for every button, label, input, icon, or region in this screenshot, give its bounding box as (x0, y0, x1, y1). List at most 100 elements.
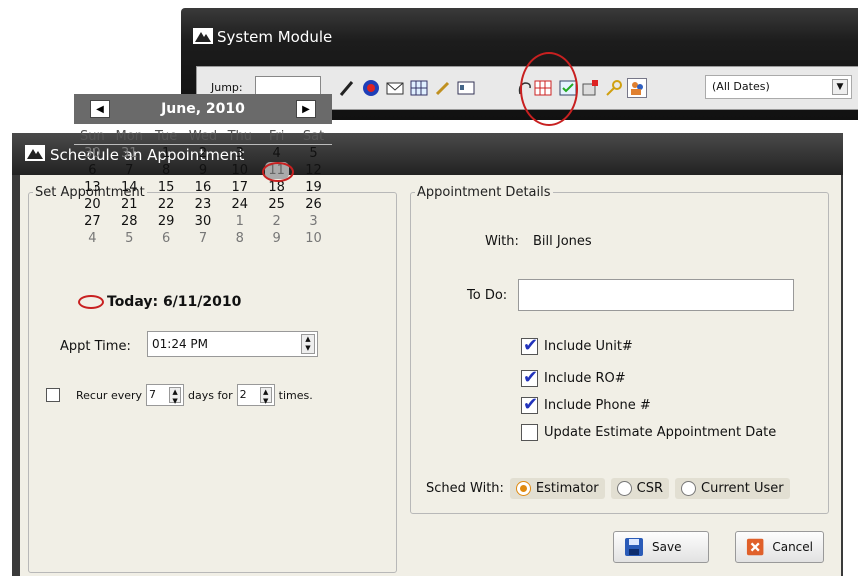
weekday-label: Fri (258, 128, 296, 145)
today-link[interactable]: Today: 6/11/2010 (78, 294, 241, 310)
calendar-day[interactable]: 26 (295, 196, 332, 213)
floppy-disk-icon (625, 538, 643, 556)
wrench-icon[interactable] (433, 78, 453, 98)
envelope-icon[interactable] (385, 78, 405, 98)
calendar-day[interactable]: 23 (185, 196, 222, 213)
key-icon[interactable] (604, 78, 624, 98)
jump-label: Jump: (211, 81, 243, 94)
include-phone-checkbox[interactable]: Include Phone # (521, 394, 651, 415)
calendar-day[interactable]: 8 (148, 162, 185, 179)
recur-times-stepper[interactable]: 2 ▲ ▼ (236, 384, 275, 406)
calendar-week-row: 13 14 15 16 17 18 19 (74, 179, 332, 196)
weekday-label: Sat (295, 128, 332, 145)
calendar-weeks: 30 31 1 2 3 4 5 6 7 8 9 10 11 12 13 14 15 16 17 18 19 20 21 22 2… (74, 145, 332, 247)
calendar-day[interactable]: 9 (185, 162, 222, 179)
time-spinner[interactable]: ▲ ▼ (301, 334, 315, 354)
todo-input[interactable] (518, 279, 794, 311)
radio-csr[interactable]: CSR (610, 478, 670, 499)
calendar-day[interactable]: 6 (74, 162, 111, 179)
calendar-day[interactable]: 10 (221, 162, 258, 179)
window-title: System Module (217, 28, 333, 46)
calendar-day[interactable]: 20 (74, 196, 111, 213)
calendar-day[interactable]: 8 (221, 230, 258, 247)
calendar-day[interactable]: 3 (295, 213, 332, 230)
radio-current-user[interactable]: Current User (675, 478, 790, 499)
calendar-day[interactable]: 17 (221, 179, 258, 196)
recur-days-stepper[interactable]: 7 ▲ ▼ (146, 384, 185, 406)
calendar-day[interactable]: 2 (258, 213, 295, 230)
radio-estimator[interactable]: Estimator (509, 478, 605, 499)
prev-month-button[interactable]: ◀ (90, 100, 110, 118)
cancel-button[interactable]: Cancel (735, 531, 824, 563)
grid-icon[interactable] (409, 78, 429, 98)
calendar-day[interactable]: 15 (148, 179, 185, 196)
appt-time-input[interactable]: 01:24 PM ▲ ▼ (147, 331, 318, 357)
weekday-label: Sun (74, 128, 111, 145)
checkbox-checked-icon[interactable] (521, 367, 538, 388)
calendar-day[interactable]: 27 (74, 213, 111, 230)
calendar-day[interactable]: 4 (74, 230, 111, 247)
calendar-day[interactable]: 12 (295, 162, 332, 179)
pen-icon[interactable] (337, 78, 357, 98)
calendar-day[interactable]: 13 (74, 179, 111, 196)
recur-checkbox[interactable] (46, 388, 60, 402)
checkbox-checked-icon[interactable] (521, 335, 538, 356)
calendar-day[interactable]: 2 (185, 145, 222, 162)
calendar-week-row: 27 28 29 30 1 2 3 (74, 213, 332, 230)
calendar-day[interactable]: 25 (258, 196, 295, 213)
calendar-day[interactable]: 5 (295, 145, 332, 162)
radio-label: Current User (701, 481, 784, 496)
calendar-day[interactable]: 30 (74, 145, 111, 162)
checkbox-checked-icon[interactable] (521, 394, 538, 415)
calendar-day[interactable]: 10 (295, 230, 332, 247)
times-spinner[interactable]: ▲ ▼ (259, 387, 272, 405)
circle-icon[interactable] (361, 78, 381, 98)
radio-selected-icon[interactable] (515, 481, 531, 496)
calendar-day[interactable]: 29 (148, 213, 185, 230)
radio-unselected-icon[interactable] (616, 481, 632, 496)
date-filter-value: (All Dates) (712, 80, 770, 93)
calendar-day[interactable]: 28 (111, 213, 148, 230)
calendar-day[interactable]: 5 (111, 230, 148, 247)
calendar-day[interactable]: 1 (221, 213, 258, 230)
save-button[interactable]: Save (613, 531, 709, 563)
people-icon[interactable] (627, 78, 647, 98)
recur-middle: days for (188, 388, 233, 402)
date-filter-select[interactable]: (All Dates) ▼ (705, 75, 852, 99)
calendar-day[interactable]: 16 (185, 179, 222, 196)
calendar-day[interactable]: 9 (258, 230, 295, 247)
calendar-day[interactable]: 7 (111, 162, 148, 179)
calendar-day[interactable]: 14 (111, 179, 148, 196)
calendar-day[interactable]: 24 (221, 196, 258, 213)
calendar-day[interactable]: 1 (148, 145, 185, 162)
weekday-label: Thu (221, 128, 259, 145)
include-unit-checkbox[interactable]: Include Unit# (521, 335, 633, 356)
calendar-week-row: 30 31 1 2 3 4 5 (74, 145, 332, 162)
card-icon[interactable] (456, 78, 476, 98)
calendar-week-row: 6 7 8 9 10 11 12 (74, 162, 332, 182)
calendar-week-row: 4 5 6 7 8 9 10 (74, 230, 332, 247)
weekday-header-row: Sun Mon Tue Wed Thu Fri Sat (74, 128, 332, 145)
calendar-day[interactable]: 4 (258, 145, 295, 162)
radio-unselected-icon[interactable] (681, 481, 697, 496)
today-label: Today: 6/11/2010 (107, 294, 242, 310)
days-spinner[interactable]: ▲ ▼ (169, 387, 182, 405)
recur-times-value: 2 (239, 388, 247, 401)
calendar-day[interactable]: 19 (295, 179, 332, 196)
calendar-day[interactable]: 3 (221, 145, 258, 162)
calendar-day[interactable]: 30 (185, 213, 222, 230)
next-month-button[interactable]: ▶ (296, 100, 316, 118)
calendar-day[interactable]: 7 (185, 230, 222, 247)
calendar-day-selected[interactable]: 11 (258, 162, 295, 182)
update-estimate-checkbox[interactable]: Update Estimate Appointment Date (521, 424, 776, 441)
flag-board-icon[interactable] (581, 78, 601, 98)
chevron-down-icon[interactable]: ▼ (832, 79, 848, 95)
include-ro-checkbox[interactable]: Include RO# (521, 367, 626, 388)
calendar-day[interactable]: 31 (111, 145, 148, 162)
calendar-day[interactable]: 22 (148, 196, 185, 213)
checkbox-unchecked-icon[interactable] (521, 424, 538, 441)
recur-suffix: times. (278, 388, 313, 402)
cancel-x-icon (746, 538, 764, 556)
calendar-day[interactable]: 21 (111, 196, 148, 213)
calendar-day[interactable]: 6 (148, 230, 185, 247)
